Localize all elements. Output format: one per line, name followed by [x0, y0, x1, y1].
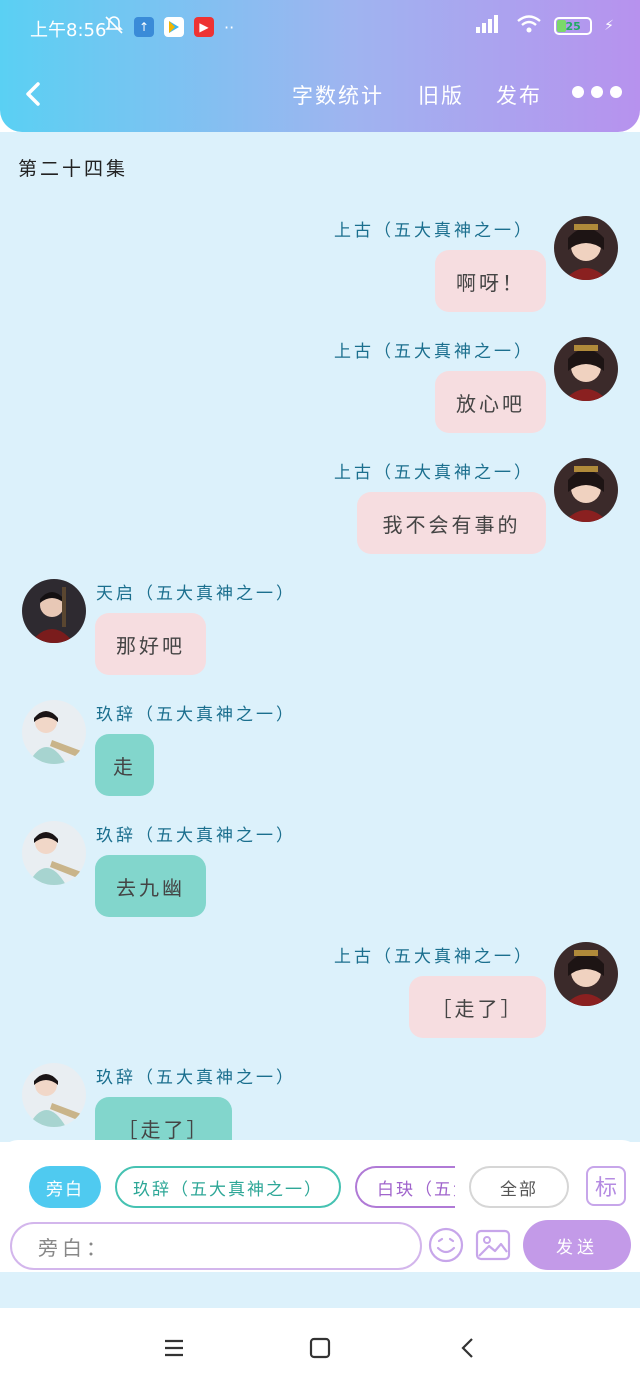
speaker-name: 玖辞（五大真神之一）: [96, 705, 296, 725]
app-header: 上午8:56 ↑ ▶ ·· 25 ⚡ 字数统计 旧版 发布: [0, 0, 640, 132]
message-bubble[interactable]: 放心吧: [435, 371, 546, 433]
avatar-jiuci[interactable]: [22, 1063, 86, 1127]
more-notifications-icon: ··: [224, 17, 235, 37]
more-menu-button[interactable]: [572, 86, 622, 98]
old-version-button[interactable]: 旧版: [418, 80, 464, 110]
message-bubble[interactable]: 那好吧: [95, 613, 206, 675]
menu-icon[interactable]: [161, 1336, 187, 1360]
signal-icon: [474, 14, 504, 38]
role-tab-baijue[interactable]: 白玦（五大真神之一）: [355, 1166, 455, 1208]
avatar-jiuci[interactable]: [22, 821, 86, 885]
speaker-name: 上古（五大真神之一）: [334, 342, 534, 362]
episode-title: 第二十四集: [18, 158, 129, 180]
avatar-shanggu[interactable]: [554, 216, 618, 280]
nav-back-icon[interactable]: [455, 1336, 481, 1360]
system-status: 25 ⚡: [474, 14, 614, 38]
image-icon[interactable]: [474, 1226, 512, 1264]
word-count-button[interactable]: 字数统计: [292, 80, 384, 110]
avatar-shanggu[interactable]: [554, 458, 618, 522]
role-tab-all[interactable]: 全部: [469, 1166, 569, 1208]
avatar-tianqi[interactable]: [22, 579, 86, 643]
chat-area[interactable]: 第二十四集 上古（五大真神之一） 啊呀！ 上古（五大真神之一） 放心吧 上古（五…: [0, 132, 640, 1142]
publish-button[interactable]: 发布: [496, 80, 542, 110]
message-bubble[interactable]: ［走了］: [409, 976, 546, 1038]
bell-muted-icon: [104, 15, 124, 39]
notification-icons: ↑ ▶ ··: [104, 15, 234, 39]
input-panel: 旁白 玖辞（五大真神之一） 白玦（五大真神之一） 全部 标 旁白： 发送: [0, 1140, 640, 1272]
battery-indicator: 25: [554, 17, 593, 35]
play-store-icon: [164, 17, 184, 37]
message-input[interactable]: 旁白：: [10, 1222, 422, 1270]
speaker-name: 玖辞（五大真神之一）: [96, 826, 296, 846]
speaker-name: 上古（五大真神之一）: [334, 947, 534, 967]
avatar-shanggu[interactable]: [554, 337, 618, 401]
video-app-icon: ▶: [194, 17, 214, 37]
wifi-icon: [516, 14, 542, 38]
message-bubble[interactable]: 啊呀！: [435, 250, 546, 312]
home-icon[interactable]: [307, 1336, 333, 1360]
message-bubble[interactable]: 去九幽: [95, 855, 206, 917]
speaker-name: 天启（五大真神之一）: [96, 584, 296, 604]
send-button[interactable]: 发送: [523, 1220, 631, 1270]
avatar-shanggu[interactable]: [554, 942, 618, 1006]
mark-button[interactable]: 标: [586, 1166, 626, 1206]
charging-icon: ⚡: [604, 18, 614, 34]
status-time: 上午8:56: [30, 20, 107, 41]
back-button[interactable]: [18, 78, 50, 110]
role-tab-narration[interactable]: 旁白: [29, 1166, 101, 1208]
speaker-name: 上古（五大真神之一）: [334, 221, 534, 241]
speaker-name: 上古（五大真神之一）: [334, 463, 534, 483]
panel-bottom-strip: [0, 1272, 640, 1308]
role-tab-jiuci[interactable]: 玖辞（五大真神之一）: [115, 1166, 341, 1208]
system-nav-bar: [0, 1308, 640, 1387]
avatar-jiuci[interactable]: [22, 700, 86, 764]
speaker-name: 玖辞（五大真神之一）: [96, 1068, 296, 1088]
message-bubble[interactable]: ［走了］: [95, 1097, 232, 1142]
upload-app-icon: ↑: [134, 17, 154, 37]
emoji-icon[interactable]: [427, 1226, 465, 1264]
message-bubble[interactable]: 我不会有事的: [357, 492, 546, 554]
message-bubble[interactable]: 走: [95, 734, 154, 796]
